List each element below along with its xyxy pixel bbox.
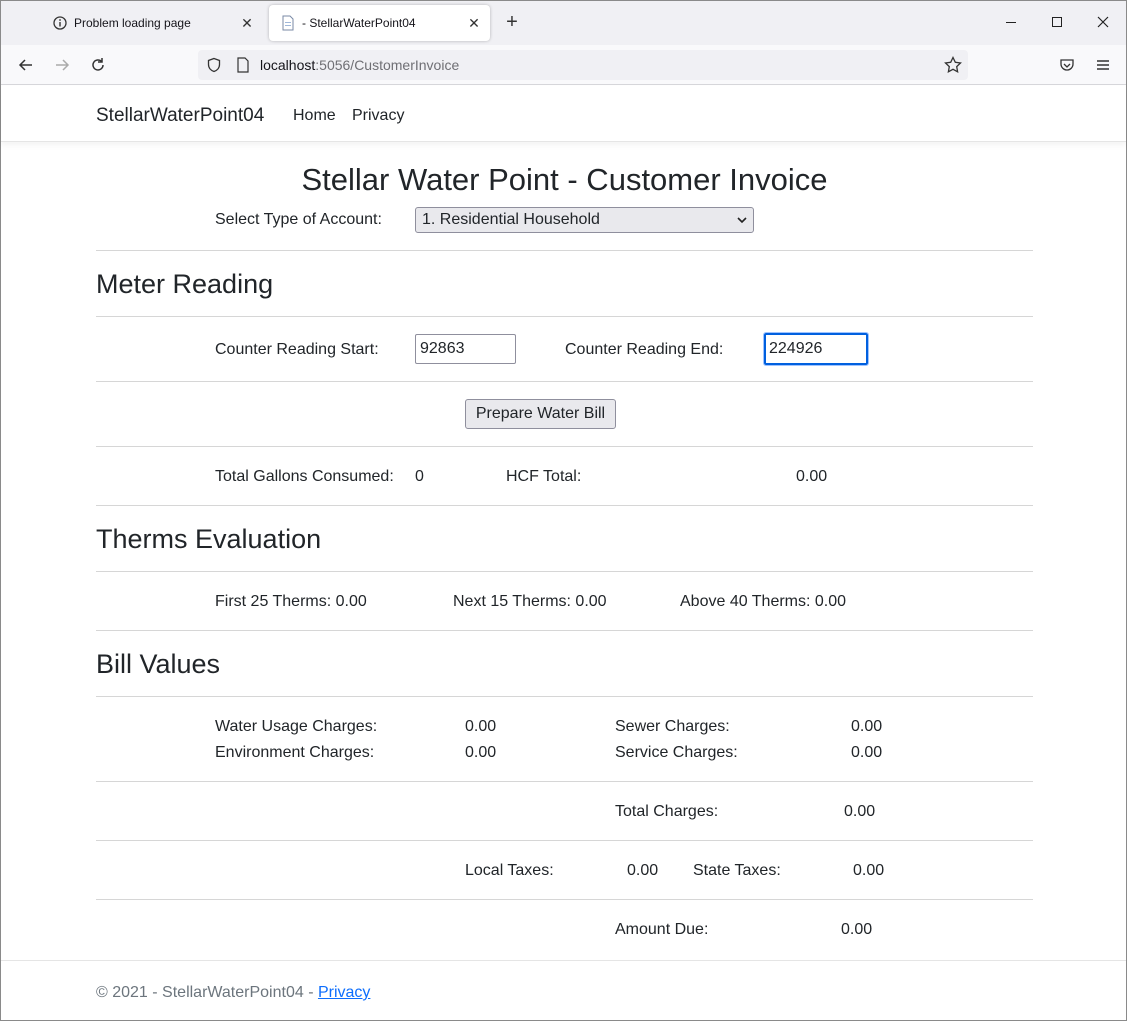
reload-icon[interactable]	[84, 53, 112, 77]
page-icon	[280, 15, 296, 31]
divider	[96, 571, 1033, 572]
hcf-label: HCF Total:	[506, 468, 582, 485]
divider	[96, 696, 1033, 697]
info-icon	[52, 15, 68, 31]
divider	[96, 381, 1033, 382]
account-type-label: Select Type of Account:	[215, 211, 382, 228]
counter-end-input[interactable]: 224926	[763, 332, 869, 366]
shield-icon[interactable]	[206, 57, 222, 73]
url-text: localhost:5056/CustomerInvoice	[260, 57, 459, 73]
nav-link-home[interactable]: Home	[293, 107, 336, 125]
counter-start-label: Counter Reading Start:	[215, 341, 379, 358]
maximize-icon[interactable]	[1034, 7, 1080, 37]
prepare-water-bill-button[interactable]: Prepare Water Bill	[465, 399, 616, 429]
above-40-therms: Above 40 Therms: 0.00	[680, 593, 847, 610]
address-bar[interactable]: localhost:5056/CustomerInvoice	[198, 50, 968, 80]
url-path: :5056/CustomerInvoice	[315, 57, 460, 73]
nav-link-privacy[interactable]: Privacy	[352, 107, 404, 125]
counter-start-value: 92863	[420, 340, 465, 357]
hcf-value: 0.00	[796, 468, 828, 485]
local-taxes-value: 0.00	[627, 862, 659, 879]
forward-arrow-icon[interactable]	[48, 53, 76, 77]
account-type-selected: 1. Residential Household	[422, 211, 600, 228]
amount-due-value: 0.00	[841, 921, 873, 938]
url-host: localhost	[260, 57, 316, 73]
chevron-down-icon	[737, 211, 747, 229]
close-window-icon[interactable]	[1080, 7, 1126, 37]
service-charges-value: 0.00	[851, 744, 883, 761]
sewer-charges-value: 0.00	[851, 718, 883, 735]
water-usage-value: 0.00	[465, 718, 497, 735]
meter-reading-heading: Meter Reading	[96, 269, 274, 299]
sewer-charges-label: Sewer Charges:	[615, 718, 730, 735]
tab-stellarwaterpoint[interactable]: - StellarWaterPoint04 ✕	[269, 5, 490, 41]
environment-charges-value: 0.00	[465, 744, 497, 761]
footer-text: © 2021 - StellarWaterPoint04 - Privacy	[96, 984, 370, 1002]
divider	[96, 781, 1033, 782]
divider	[96, 316, 1033, 317]
next-15-therms: Next 15 Therms: 0.00	[453, 593, 607, 610]
gallons-label: Total Gallons Consumed:	[215, 468, 394, 485]
service-charges-label: Service Charges:	[615, 744, 738, 761]
state-taxes-label: State Taxes:	[693, 862, 781, 879]
bookmark-star-icon[interactable]	[944, 55, 962, 74]
amount-due-label: Amount Due:	[615, 921, 709, 938]
back-arrow-icon[interactable]	[12, 53, 40, 77]
tab-label: Problem loading page	[74, 16, 191, 30]
local-taxes-label: Local Taxes:	[465, 862, 554, 879]
therms-evaluation-heading: Therms Evaluation	[96, 524, 322, 554]
menu-icon[interactable]	[1089, 53, 1117, 77]
divider	[96, 505, 1033, 506]
pocket-icon[interactable]	[1053, 53, 1081, 77]
divider	[96, 840, 1033, 841]
footer-privacy-link[interactable]: Privacy	[318, 984, 370, 1001]
close-icon[interactable]: ✕	[462, 11, 486, 35]
divider	[96, 446, 1033, 447]
first-25-therms: First 25 Therms: 0.00	[215, 593, 367, 610]
tab-label: - StellarWaterPoint04	[302, 16, 416, 30]
total-charges-label: Total Charges:	[615, 803, 719, 820]
minimize-icon[interactable]	[988, 7, 1034, 37]
new-tab-button[interactable]: +	[500, 11, 524, 35]
bill-values-heading: Bill Values	[96, 649, 221, 679]
total-charges-value: 0.00	[844, 803, 876, 820]
site-navbar: StellarWaterPoint04 Home Privacy	[1, 86, 1126, 142]
browser-toolbar: localhost:5056/CustomerInvoice	[1, 45, 1126, 85]
browser-tab-bar: Problem loading page ✕ - StellarWaterPoi…	[1, 1, 1126, 45]
page-title: Stellar Water Point - Customer Invoice	[301, 162, 828, 197]
page-icon	[236, 57, 250, 73]
site-footer: © 2021 - StellarWaterPoint04 - Privacy	[1, 960, 1126, 1020]
account-type-select[interactable]: 1. Residential Household	[415, 207, 754, 233]
water-usage-label: Water Usage Charges:	[215, 718, 378, 735]
divider	[96, 899, 1033, 900]
tab-problem-loading[interactable]: Problem loading page ✕	[41, 5, 263, 41]
site-brand[interactable]: StellarWaterPoint04	[96, 105, 264, 127]
footer-copyright: © 2021 - StellarWaterPoint04 -	[96, 984, 318, 1001]
counter-end-value: 224926	[769, 340, 823, 357]
state-taxes-value: 0.00	[853, 862, 885, 879]
gallons-value: 0	[415, 468, 424, 485]
counter-end-label: Counter Reading End:	[565, 341, 724, 358]
divider	[96, 250, 1033, 251]
close-icon[interactable]: ✕	[235, 11, 259, 35]
divider	[96, 630, 1033, 631]
counter-start-input[interactable]: 92863	[415, 334, 516, 364]
environment-charges-label: Environment Charges:	[215, 744, 375, 761]
